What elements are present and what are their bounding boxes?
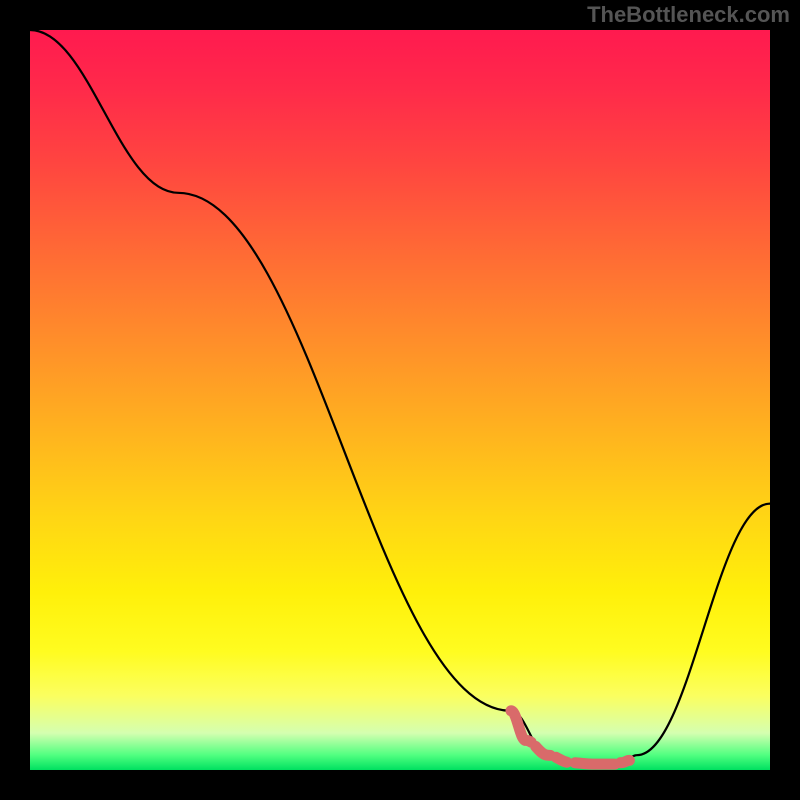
plot-area (30, 30, 770, 770)
chart-svg (30, 30, 770, 770)
watermark-text: TheBottleneck.com (587, 2, 790, 28)
highlight-curve (511, 711, 629, 764)
main-curve (30, 30, 770, 766)
